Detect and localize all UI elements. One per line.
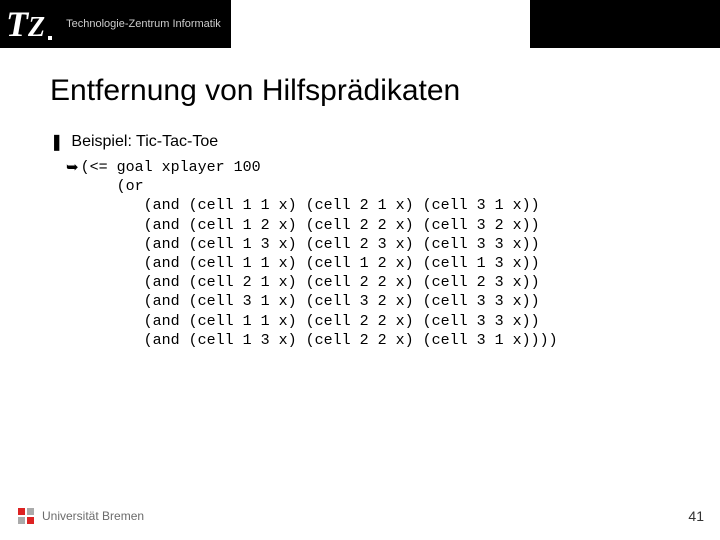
- logo-letter-z: Z: [28, 14, 45, 42]
- logo-dot-icon: [48, 36, 52, 40]
- tzi-subtitle: Technologie-Zentrum Informatik: [62, 0, 231, 48]
- bullet-icon: ❚: [50, 132, 63, 152]
- bullet-text: Beispiel: Tic-Tac-Toe: [71, 133, 218, 151]
- uni-name: Universität Bremen: [42, 509, 144, 523]
- arrow-icon: ➥: [66, 158, 79, 176]
- code-block: (<= goal xplayer 100 (or (and (cell 1 1 …: [81, 158, 558, 350]
- footer: Universität Bremen 41: [0, 496, 720, 540]
- header-bar: TZ Technologie-Zentrum Informatik: [0, 0, 720, 48]
- header-spacer: [530, 0, 720, 48]
- slide-title: Entfernung von Hilfsprädikaten: [0, 48, 720, 108]
- code-row: ➥ (<= goal xplayer 100 (or (and (cell 1 …: [0, 152, 720, 350]
- tzi-logo-mark: TZ: [6, 6, 52, 42]
- uni-logo: Universität Bremen: [16, 506, 144, 526]
- uni-logo-icon: [16, 506, 36, 526]
- page-number: 41: [688, 508, 704, 524]
- tzi-logo: TZ: [0, 0, 62, 48]
- logo-letter-t: T: [6, 6, 28, 42]
- bullet-example: ❚ Beispiel: Tic-Tac-Toe: [0, 108, 720, 152]
